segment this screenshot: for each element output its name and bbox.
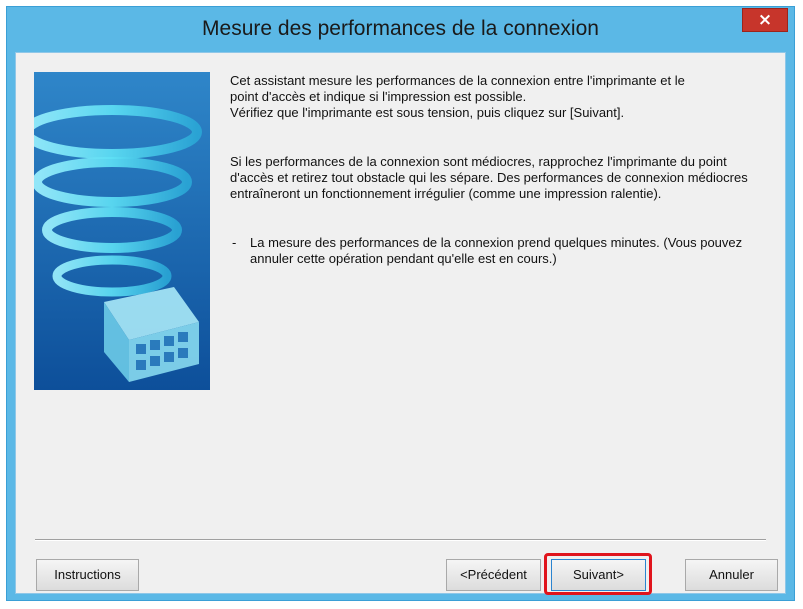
warning-paragraph: Si les performances de la connexion sont… <box>230 154 748 201</box>
intro-line-2: point d'accès et indique si l'impression… <box>230 89 527 104</box>
previous-button[interactable]: <Précédent <box>446 559 541 591</box>
wireless-printer-illustration <box>34 72 210 390</box>
close-icon: × <box>757 10 773 30</box>
window-title: Mesure des performances de la connexion <box>202 17 599 40</box>
note-text: La mesure des performances de la connexi… <box>250 235 743 266</box>
dialog-window: Mesure des performances de la connexion … <box>6 6 795 601</box>
next-button[interactable]: Suivant> <box>551 559 646 591</box>
intro-paragraph: Cet assistant mesure les performances de… <box>230 73 770 121</box>
title-bar[interactable]: Mesure des performances de la connexion … <box>7 7 794 53</box>
message-text: Cet assistant mesure les performances de… <box>230 73 770 267</box>
dialog-body: Cet assistant mesure les performances de… <box>15 52 786 595</box>
separator-line <box>35 539 766 541</box>
note-bullet: - La mesure des performances de la conne… <box>230 235 770 267</box>
intro-line-1: Cet assistant mesure les performances de… <box>230 73 685 88</box>
intro-line-3: Vérifiez que l'imprimante est sous tensi… <box>230 105 625 120</box>
instructions-button[interactable]: Instructions <box>36 559 139 591</box>
cancel-button[interactable]: Annuler <box>685 559 778 591</box>
bullet-marker: - <box>232 235 237 250</box>
close-button[interactable]: × <box>742 8 788 32</box>
